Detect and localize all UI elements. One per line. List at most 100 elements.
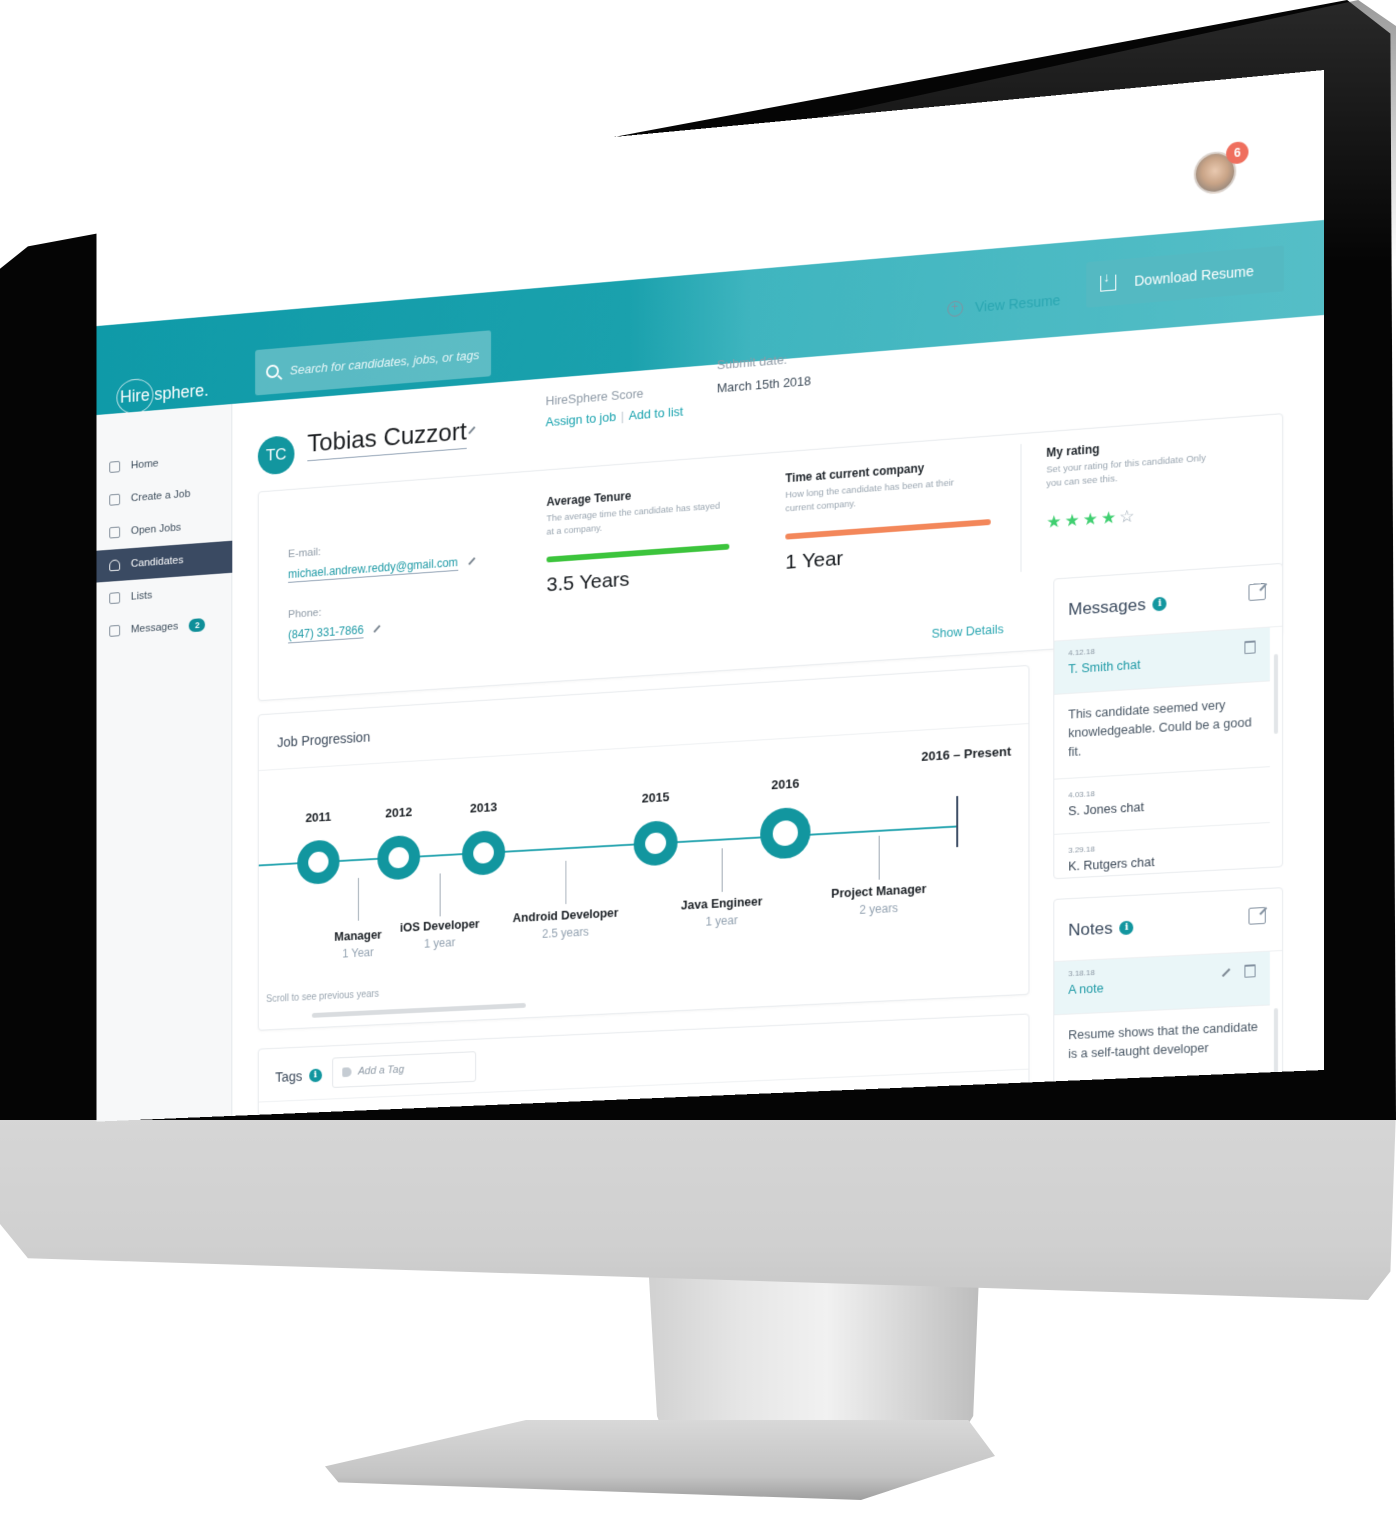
email-label: E-mail:: [288, 546, 321, 561]
trash-icon[interactable]: [1244, 964, 1256, 978]
show-details-link[interactable]: Show Details: [932, 622, 1004, 641]
timeline-node[interactable]: [297, 839, 340, 886]
download-icon: [1100, 274, 1117, 292]
note-body: Resume shows that the candidate is a sel…: [1068, 1019, 1258, 1062]
timeline-node[interactable]: [462, 829, 506, 877]
sidebar-item-label: Messages: [130, 620, 179, 636]
email-field[interactable]: michael.andrew.reddy@gmail.com: [288, 555, 458, 583]
notification-badge[interactable]: 6: [1226, 140, 1249, 165]
sidebar: Home Create a Job Open Jobs Candidates L…: [96, 403, 233, 1122]
star-filled-icon[interactable]: ★: [1083, 509, 1098, 530]
messages-scrollbar[interactable]: [1273, 653, 1279, 734]
timeline-tick: [357, 877, 359, 921]
candidate-actions: Assign to job | Add to list: [546, 404, 684, 429]
zoom-in-icon: [947, 300, 964, 318]
tags-heading: Tags i: [275, 1068, 322, 1085]
messages-title: Messages: [1068, 595, 1146, 620]
add-tag-input[interactable]: Add a Tag: [332, 1051, 477, 1088]
message-date: 4.03.18: [1068, 789, 1095, 800]
timeline-year: 2012: [385, 804, 413, 821]
info-icon[interactable]: i: [1152, 596, 1167, 612]
logo-text: sphere.: [154, 379, 209, 404]
note-item[interactable]: 3.18.18 A note: [1054, 951, 1270, 1016]
add-tag-placeholder: Add a Tag: [357, 1063, 405, 1078]
timeline-duration: 2.5 years: [542, 924, 589, 941]
chevron-down-icon[interactable]: [1266, 164, 1280, 173]
user-name[interactable]: Jose Francisco Rago: [1023, 168, 1184, 200]
scroll-hint: Scroll to see previous years: [266, 988, 380, 1005]
avg-tenure-value: 3.5 Years: [546, 568, 630, 597]
star-rating[interactable]: ★ ★ ★ ★ ☆: [1046, 507, 1134, 533]
message-date: 3.29.18: [1068, 844, 1095, 855]
timeline-tick: [565, 860, 567, 905]
user-icon: [109, 559, 121, 572]
assign-to-job-link[interactable]: Assign to job: [546, 409, 616, 429]
notes-title: Notes: [1068, 918, 1113, 940]
compose-icon[interactable]: [1248, 582, 1266, 602]
job-progression-title: Job Progression: [277, 729, 371, 751]
mail-icon: [109, 624, 121, 637]
document-icon: [109, 526, 121, 539]
trash-icon[interactable]: [1244, 640, 1256, 655]
monitor-chin: [0, 1110, 1396, 1300]
timeline-line: [258, 825, 957, 867]
monitor-stand-foot: [325, 1420, 995, 1500]
timeline-present-marker: [956, 796, 959, 848]
candidate-name-text: Tobias Cuzzort: [307, 416, 467, 458]
candidate-avatar: TC: [257, 434, 295, 476]
timeline-node[interactable]: [633, 819, 678, 867]
sidebar-item-label: Create a Job: [130, 488, 191, 505]
message-date: 4.12.18: [1068, 646, 1095, 658]
timeline-node[interactable]: [760, 806, 811, 860]
avg-tenure-title: Average Tenure: [546, 489, 632, 509]
timeline-year: 2011: [305, 809, 332, 826]
notes-heading: Notes i: [1068, 918, 1134, 941]
sidebar-item-label: Candidates: [130, 554, 184, 570]
note-title: A note: [1068, 981, 1104, 997]
timeline-tick: [721, 848, 723, 892]
phone-field[interactable]: (847) 331-7866: [288, 623, 364, 644]
list-icon: [109, 592, 121, 605]
timeline-role: Android Developer: [512, 906, 619, 926]
star-filled-icon[interactable]: ★: [1101, 508, 1116, 529]
app-screen: Hire sphere. Search for candidates, jobs…: [96, 70, 1325, 1122]
link-separator: |: [620, 408, 625, 424]
message-preview: This candidate seemed very knowledgeable…: [1054, 681, 1270, 780]
job-progression-card: Job Progression 2016 – Present 2011 2012…: [257, 664, 1030, 1031]
timeline-node[interactable]: [377, 834, 421, 881]
rating-divider: [1020, 443, 1022, 572]
tag-icon: [342, 1067, 352, 1078]
message-title: T. Smith chat: [1068, 657, 1141, 677]
star-filled-icon[interactable]: ★: [1046, 512, 1061, 533]
logo-mark: Hire: [116, 377, 154, 415]
message-title: S. Jones chat: [1068, 800, 1145, 819]
avg-tenure-bar: [546, 543, 730, 563]
timeline-duration: 1 year: [705, 913, 738, 929]
rating-title: My rating: [1046, 441, 1100, 460]
current-company-value: 1 Year: [785, 547, 844, 574]
screen-viewport: Hire sphere. Search for candidates, jobs…: [44, 70, 1325, 1122]
star-filled-icon[interactable]: ★: [1065, 511, 1080, 532]
messages-heading: Messages i: [1068, 594, 1167, 620]
edit-note-icon[interactable]: [1221, 968, 1231, 977]
tags-title: Tags: [275, 1068, 303, 1085]
avg-tenure-bar-fill: [546, 543, 730, 563]
submit-date-value: March 15th 2018: [716, 373, 812, 396]
star-empty-icon[interactable]: ☆: [1119, 507, 1134, 528]
sidebar-item-label: Open Jobs: [130, 521, 182, 537]
timeline-tick: [878, 835, 880, 880]
download-resume-label: Download Resume: [1134, 262, 1254, 289]
edit-phone-icon[interactable]: [373, 624, 381, 633]
hiresphere-score-label: HireSphere Score: [545, 385, 644, 409]
compose-icon[interactable]: [1248, 906, 1266, 925]
timeline-scrollbar[interactable]: [311, 1002, 526, 1018]
edit-name-icon[interactable]: [468, 426, 476, 435]
sidebar-item-label: Lists: [130, 589, 153, 603]
candidate-name[interactable]: Tobias Cuzzort: [307, 416, 467, 462]
phone-label: Phone:: [288, 607, 322, 621]
info-icon[interactable]: i: [1119, 920, 1134, 936]
add-to-list-link[interactable]: Add to list: [629, 404, 683, 423]
info-icon[interactable]: i: [308, 1068, 322, 1083]
edit-email-icon[interactable]: [468, 557, 476, 566]
timeline-year: 2015: [641, 789, 670, 806]
